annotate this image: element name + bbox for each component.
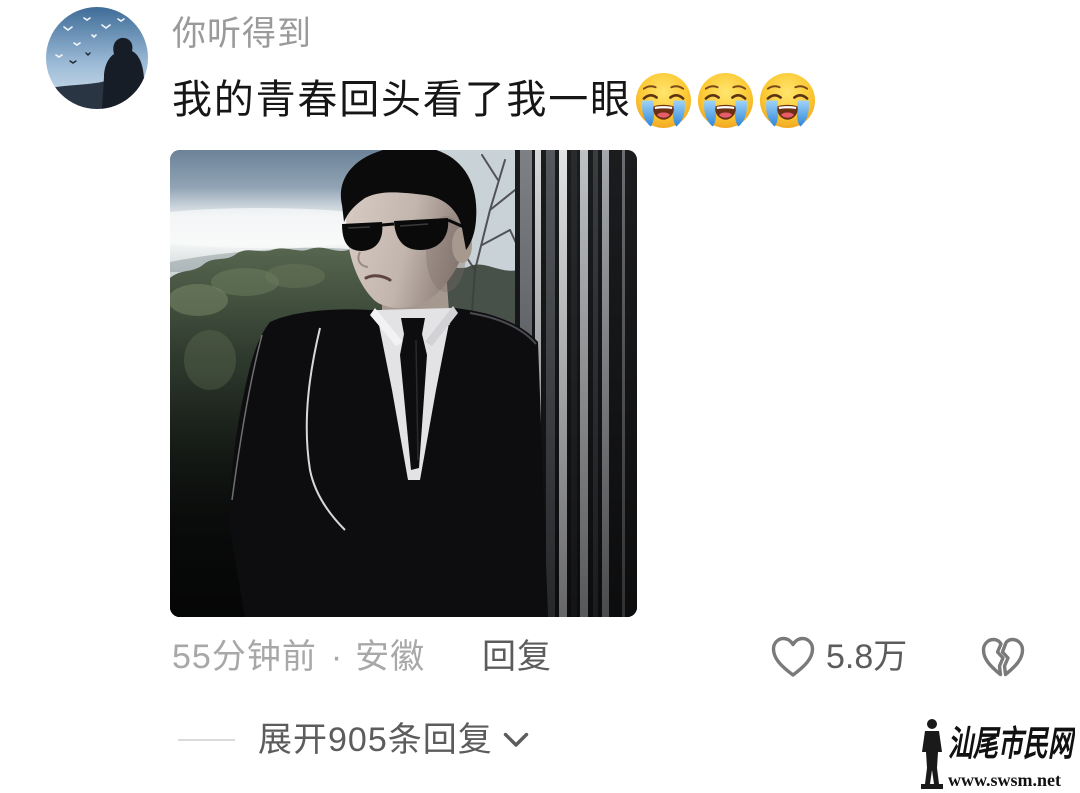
broken-heart-icon	[981, 637, 1025, 677]
chevron-down-icon	[503, 732, 528, 747]
comment-meta: 55分钟前 · 安徽	[172, 636, 425, 678]
avatar-image	[46, 7, 148, 109]
photo-man-in-black-suit	[170, 150, 637, 617]
meta-separator: ·	[330, 638, 344, 676]
comment-emojis	[634, 71, 817, 130]
comment-location: 安徽	[355, 638, 426, 676]
dislike-button[interactable]	[980, 636, 1026, 678]
comment-time: 55分钟前	[172, 638, 317, 676]
statue-silhouette-icon	[921, 719, 943, 789]
comment-text: 我的青春回头看了我一眼	[172, 78, 632, 122]
watermark-logo: 汕尾市民网 www.swsm.net	[915, 716, 1075, 790]
loudly-crying-face-icon	[759, 72, 815, 128]
loudly-crying-face-icon	[697, 72, 753, 128]
loudly-crying-face-icon	[635, 72, 691, 128]
comment-text-row: 我的青春回头看了我一眼	[172, 70, 817, 130]
reply-button[interactable]: 回复	[482, 636, 552, 678]
watermark-name: 汕尾市民网	[948, 726, 1074, 764]
like-count: 5.8万	[826, 638, 908, 676]
expand-replies-button[interactable]: 展开905条回复	[178, 719, 529, 761]
user-avatar[interactable]	[46, 7, 148, 109]
username[interactable]: 你听得到	[172, 12, 312, 56]
watermark-url: www.swsm.net	[948, 770, 1062, 790]
comment-image[interactable]	[170, 150, 637, 617]
divider-line	[178, 739, 235, 741]
like-button[interactable]: 5.8万	[770, 634, 907, 680]
expand-replies-label: 展开905条回复	[258, 721, 493, 759]
heart-outline-icon	[771, 636, 815, 677]
